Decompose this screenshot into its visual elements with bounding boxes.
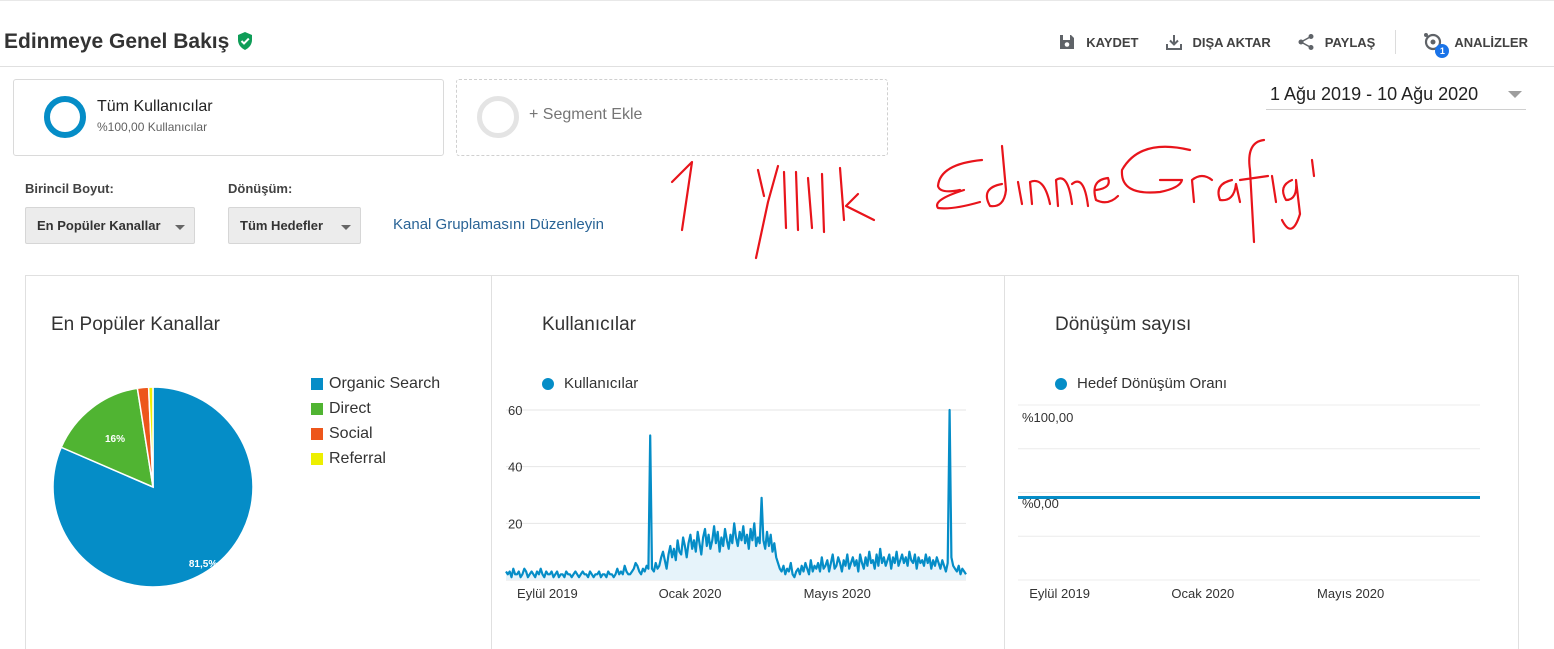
insights-button[interactable]: 1 ANALİZLER <box>1422 31 1528 58</box>
legend-swatch <box>311 427 323 440</box>
export-button[interactable]: DIŞA AKTAR <box>1165 33 1271 51</box>
legend-item-referral[interactable]: Referral <box>311 446 440 471</box>
pie-data-label: 16% <box>105 434 125 445</box>
legend-item-direct[interactable]: Direct <box>311 396 440 421</box>
conversion-line-chart[interactable]: %100,00%0,00Eylül 2019 Ocak 2020 Mayıs 202… <box>1014 400 1494 610</box>
save-icon <box>1060 35 1075 49</box>
chevron-down-icon <box>1508 91 1522 98</box>
x-tick-label: Mayıs 2020 <box>804 586 871 601</box>
y-tick-label: 60 <box>508 403 522 418</box>
legend-label: Social <box>329 424 373 442</box>
legend-swatch <box>311 377 323 390</box>
x-tick-label: Eylül 2019 <box>517 586 578 601</box>
users-area-chart[interactable]: 60 40 20 Eylül 2019 Ocak 2020 Mayıs 2020 <box>500 400 980 610</box>
date-range-picker[interactable]: 1 Ağu 2019 - 10 Ağu 2020 <box>1266 80 1526 110</box>
legend-item-organic-search[interactable]: Organic Search <box>311 371 440 396</box>
primary-dimension-label: Birincil Boyut: <box>25 181 114 196</box>
x-tick-label: Eylül 2019 <box>1029 586 1090 601</box>
panel-divider <box>491 275 492 649</box>
empty-segment-ring-icon <box>477 96 519 138</box>
share-button[interactable]: PAYLAŞ <box>1297 33 1376 51</box>
verified-shield-icon <box>238 32 252 50</box>
segment-all-users[interactable]: Tüm Kullanıcılar %100,00 Kullanıcılar <box>13 79 444 156</box>
page-title: Edinmeye Genel Bakış <box>4 30 230 53</box>
users-series-name: Kullanıcılar <box>564 375 639 392</box>
insights-badge: 1 <box>1435 44 1450 58</box>
primary-dimension-value: En Popüler Kanallar <box>37 218 161 233</box>
date-range-text: 1 Ağu 2019 - 10 Ağu 2020 <box>1270 84 1479 104</box>
x-tick-label: Mayıs 2020 <box>1317 586 1384 601</box>
users-panel-title: Kullanıcılar <box>542 314 636 335</box>
caret-down-icon <box>341 225 351 230</box>
add-segment-label: + Segment Ekle <box>529 106 643 123</box>
segment-ring-icon <box>44 96 86 138</box>
pie-legend: Organic Search Direct Social Referral <box>311 371 440 471</box>
share-label: PAYLAŞ <box>1324 34 1376 50</box>
x-tick-label: Ocak 2020 <box>1171 586 1234 601</box>
insights-label: ANALİZLER <box>1454 34 1528 50</box>
save-button[interactable]: KAYDET <box>1058 33 1139 51</box>
header-actions: KAYDET DIŞA AKTAR PAYLAŞ 1 ANALİZLER <box>1032 30 1528 58</box>
series-dot-icon <box>542 377 554 390</box>
legend-label: Organic Search <box>329 374 441 392</box>
conversion-value: Tüm Hedefler <box>240 218 324 233</box>
segment-title: Tüm Kullanıcılar <box>97 98 213 115</box>
caret-down-icon <box>175 225 185 230</box>
insights-icon: 1 <box>1422 31 1450 58</box>
y-tick-label: 20 <box>508 516 522 531</box>
export-label: DIŞA AKTAR <box>1192 34 1271 50</box>
primary-dimension-dropdown[interactable]: En Popüler Kanallar <box>25 207 195 244</box>
legend-swatch <box>311 402 323 415</box>
legend-item-social[interactable]: Social <box>311 421 440 446</box>
download-icon <box>1165 35 1182 50</box>
channels-panel-title: En Popüler Kanallar <box>51 314 220 335</box>
channels-pie-chart[interactable]: 81,5% 16% <box>50 384 256 590</box>
legend-swatch <box>311 452 323 465</box>
share-icon <box>1298 34 1314 50</box>
panel-divider <box>1004 275 1005 649</box>
conversion-label: Dönüşüm: <box>228 181 293 196</box>
legend-label: Referral <box>329 449 386 467</box>
report-header: Edinmeye Genel Bakış KAYDET DIŞA AKTAR P… <box>0 0 1554 67</box>
pie-data-label: 81,5% <box>189 559 217 570</box>
users-series-legend: Kullanıcılar <box>542 375 638 392</box>
edit-channel-grouping-link[interactable]: Kanal Gruplamasını Düzenleyin <box>393 216 604 233</box>
x-tick-label: Ocak 2020 <box>659 586 722 601</box>
segment-subtitle: %100,00 Kullanıcılar <box>97 120 208 134</box>
legend-label: Direct <box>329 399 371 417</box>
save-label: KAYDET <box>1086 34 1139 50</box>
series-dot-icon <box>1055 377 1067 390</box>
conversion-series-name: Hedef Dönüşüm Oranı <box>1077 375 1228 392</box>
header-divider <box>1395 30 1397 54</box>
y-tick-label: %100,00 <box>1022 410 1073 425</box>
handwritten-annotation <box>670 138 1316 260</box>
conversion-series-legend: Hedef Dönüşüm Oranı <box>1055 375 1227 392</box>
conversion-dropdown[interactable]: Tüm Hedefler <box>228 207 361 244</box>
conversions-panel-title: Dönüşüm sayısı <box>1055 314 1192 335</box>
y-tick-label: 40 <box>508 460 522 475</box>
